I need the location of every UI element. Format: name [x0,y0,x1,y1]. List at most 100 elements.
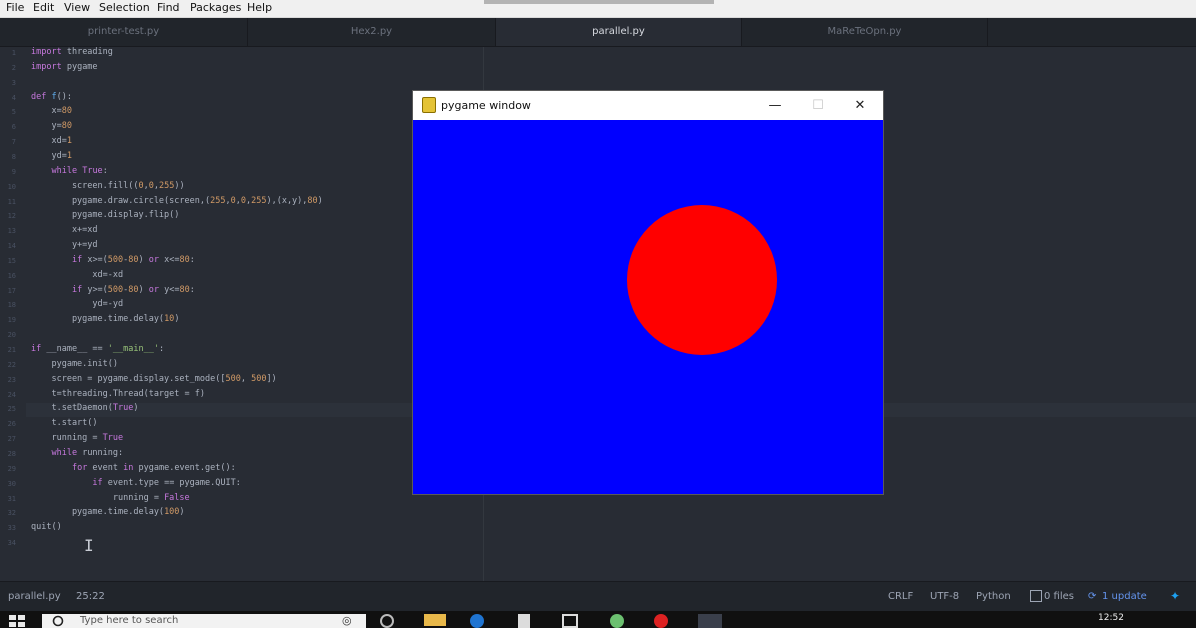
line-number: 2 [11,63,16,72]
edge-icon[interactable] [470,614,484,628]
status-grammar[interactable]: Python [976,591,1011,602]
line-number: 26 [7,420,16,429]
status-line-ending[interactable]: CRLF [888,591,913,602]
code-line[interactable]: xd=-xd [31,270,123,281]
status-git-files[interactable]: 0 files [1044,591,1074,602]
line-number: 3 [11,78,16,87]
menu-help[interactable]: Help [247,1,272,15]
code-line[interactable]: pygame.draw.circle(screen,(255,0,0,255),… [31,196,323,207]
line-number: 1 [11,49,16,57]
code-line[interactable]: yd=1 [31,151,71,162]
code-line[interactable]: pygame.display.flip() [31,210,179,221]
code-line[interactable]: t.setDaemon(True) [31,403,138,414]
store-icon[interactable] [562,614,578,628]
code-line[interactable]: while running: [31,448,123,459]
pygame-window[interactable]: pygame window — ☐ ✕ [413,91,883,494]
line-number: 12 [7,212,16,221]
line-number: 28 [7,449,16,458]
menu-bar: File Edit View Selection Find Packages H… [0,0,1196,18]
status-encoding[interactable]: UTF-8 [930,591,959,602]
code-line[interactable]: import threading [31,47,113,58]
code-line[interactable]: pygame.init() [31,359,118,370]
line-number: 17 [7,286,16,295]
line-number: 20 [7,331,16,340]
status-cursor-position[interactable]: 25:22 [76,591,105,602]
line-number: 31 [7,494,16,503]
code-line[interactable]: pygame.time.delay(100) [31,507,185,518]
pygame-window-title: pygame window [441,99,531,112]
line-number: 8 [11,152,16,161]
twitter-icon[interactable]: ✦ [1170,589,1180,603]
task-view-icon[interactable] [380,614,394,628]
code-line[interactable]: y=80 [31,121,72,132]
app-green-icon[interactable] [610,614,624,628]
clock-time[interactable]: 12:52 [1098,613,1124,623]
code-line[interactable]: t.start() [31,418,97,429]
menu-file[interactable]: File [6,1,24,15]
code-line[interactable]: xd=1 [31,136,71,147]
menu-edit[interactable]: Edit [33,1,54,15]
code-line[interactable]: t=threading.Thread(target = f) [31,389,205,400]
line-number: 18 [7,301,16,310]
line-number: 10 [7,182,16,191]
chrome-icon[interactable] [654,614,668,628]
code-line[interactable]: screen = pygame.display.set_mode([500, 5… [31,374,276,385]
close-button[interactable]: ✕ [840,93,880,119]
code-line[interactable]: running = True [31,433,123,444]
line-number: 32 [7,509,16,518]
pygame-window-titlebar[interactable]: pygame window — ☐ ✕ [413,91,883,120]
code-line[interactable]: if __name__ == '__main__': [31,344,164,355]
document-icon[interactable] [518,614,530,628]
code-line[interactable]: if y>=(500-80) or y<=80: [31,285,195,296]
line-number: 14 [7,242,16,251]
menu-view[interactable]: View [64,1,90,15]
line-number: 11 [7,197,16,206]
code-line[interactable]: x=80 [31,106,72,117]
git-icon [1030,590,1042,602]
code-line[interactable]: yd=-yd [31,299,123,310]
line-number: 30 [7,479,16,488]
atom-app-icon[interactable] [698,614,722,628]
pygame-snake-icon [422,97,436,113]
code-line[interactable]: import pygame [31,62,98,73]
red-ball [627,205,777,355]
tab-printer-test[interactable]: printer-test.py [0,18,248,46]
line-number: 33 [7,524,16,533]
menu-packages[interactable]: Packages [190,1,241,15]
maximize-button[interactable]: ☐ [798,93,838,119]
line-number: 22 [7,360,16,369]
minimize-button[interactable]: — [755,93,795,119]
code-line[interactable]: while True: [31,166,107,177]
status-update[interactable]: 1 update [1102,591,1147,602]
code-line[interactable]: running = False [31,493,190,504]
line-number: 29 [7,464,16,473]
search-icon [52,615,64,627]
code-line[interactable]: if x>=(500-80) or x<=80: [31,255,195,266]
windows-start-icon[interactable] [8,614,26,628]
line-number: 23 [7,375,16,384]
microphone-icon[interactable]: ◎ [342,614,352,627]
code-line[interactable]: def f(): [31,92,72,103]
code-line[interactable]: for event in pygame.event.get(): [31,463,236,474]
code-line[interactable]: x+=xd [31,225,98,236]
line-number: 21 [7,346,16,354]
taskbar-search-box[interactable]: Type here to search ◎ [42,614,366,628]
text-cursor-icon: I [84,536,94,555]
line-number: 7 [11,138,16,147]
tab-mareteopn[interactable]: MaReTeOpn.py [742,18,988,46]
update-icon: ⟳ [1088,591,1097,602]
file-explorer-icon[interactable] [424,614,446,626]
code-line[interactable]: pygame.time.delay(10) [31,314,180,325]
code-line[interactable]: screen.fill((0,0,255)) [31,181,185,192]
code-line[interactable]: y+=yd [31,240,98,251]
code-line[interactable]: quit() [31,522,62,533]
line-number: 19 [7,316,16,325]
tab-parallel[interactable]: parallel.py [496,18,742,46]
status-file-name[interactable]: parallel.py [8,591,61,602]
code-line[interactable]: if event.type == pygame.QUIT: [31,478,240,489]
menu-find[interactable]: Find [157,1,180,15]
pygame-canvas[interactable] [414,120,882,493]
tab-hex2[interactable]: Hex2.py [248,18,496,46]
line-number: 25 [7,405,16,414]
menu-selection[interactable]: Selection [99,1,150,15]
